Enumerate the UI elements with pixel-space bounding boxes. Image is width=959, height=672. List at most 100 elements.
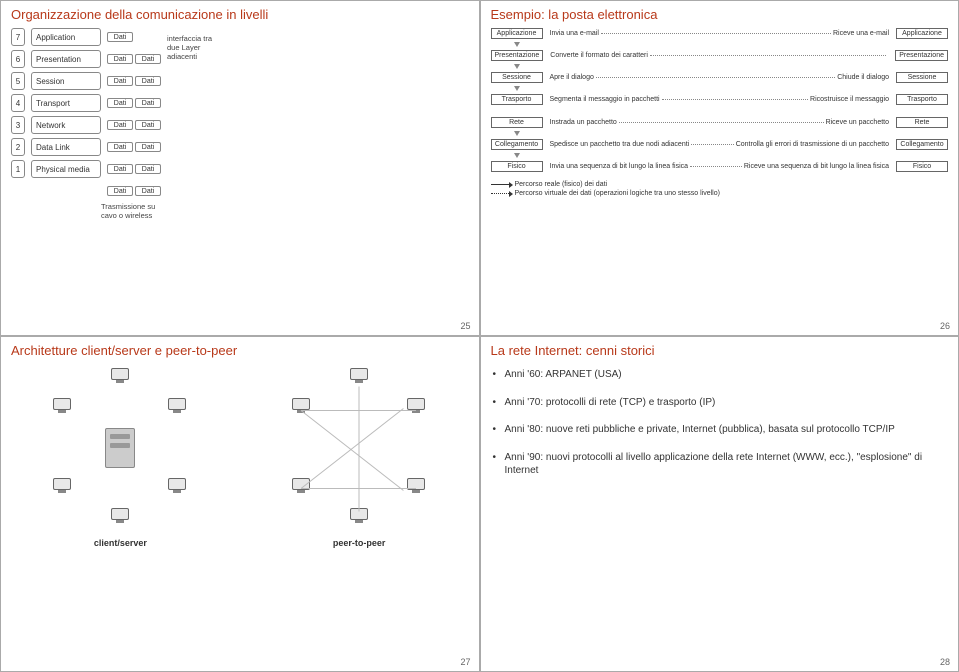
history-bullets: Anni '60: ARPANET (USA) Anni '70: protoc…: [491, 368, 949, 478]
action-right: Riceve una e-mail: [833, 30, 889, 37]
layer-presentation: Presentation: [31, 50, 101, 68]
note-line: interfaccia tra: [167, 34, 212, 43]
dati-box: Dati: [107, 98, 133, 108]
dati-box: Dati: [107, 76, 133, 86]
server-icon: [105, 428, 135, 468]
dati-box: Dati: [135, 186, 161, 196]
layer-box-right: Sessione: [896, 72, 948, 83]
action-right: Riceve un pacchetto: [826, 119, 889, 126]
post-row-datalink: Collegamento Spedisce un pacchetto tra d…: [491, 139, 949, 150]
slide-26: Esempio: la posta elettronica Applicazio…: [480, 0, 959, 336]
layer-num-1: 1: [11, 160, 25, 178]
dati-box: Dati: [135, 76, 161, 86]
action-right: Controlla gli errori di trasmissione di …: [736, 141, 889, 148]
transmission-note: Trasmissione su cavo o wireless: [101, 202, 469, 220]
dati-box: Dati: [135, 54, 161, 64]
action-left: Spedisce un pacchetto tra due nodi adiac…: [550, 141, 690, 148]
peer-to-peer-column: peer-to-peer: [289, 368, 429, 548]
layer-box-left: Trasporto: [491, 94, 543, 105]
architecture-diagram: client/server peer-to-peer: [11, 368, 469, 548]
osi-number-column: 7 6 5 4 3 2 1: [11, 28, 25, 200]
client-icon: [108, 508, 132, 526]
layer-box-right: Rete: [896, 117, 948, 128]
client-icon: [108, 368, 132, 386]
layer-physical: Physical media: [31, 160, 101, 178]
slide-25: Organizzazione della comunicazione in li…: [0, 0, 480, 336]
layer-box-right: Applicazione: [896, 28, 948, 39]
action-left: Apre il dialogo: [550, 74, 594, 81]
dati-box: Dati: [107, 164, 133, 174]
client-server-column: client/server: [50, 368, 190, 548]
slide-number: 26: [940, 321, 950, 331]
action-left: Converte il formato dei caratteri: [550, 52, 648, 59]
slide-number: 25: [460, 321, 470, 331]
dati-box: Dati: [135, 142, 161, 152]
note-line: adiacenti: [167, 52, 212, 61]
arch-label-cs: client/server: [94, 538, 147, 548]
layer-num-5: 5: [11, 72, 25, 90]
layer-box-left: Presentazione: [491, 50, 544, 61]
action-left: Segmenta il messaggio in pacchetti: [550, 96, 660, 103]
dati-box: Dati: [107, 54, 133, 64]
arrow-down-icon: [514, 153, 520, 158]
slide-title: La rete Internet: cenni storici: [491, 343, 949, 358]
layer-box-left: Applicazione: [491, 28, 543, 39]
layer-session: Session: [31, 72, 101, 90]
layer-box-right: Presentazione: [895, 50, 948, 61]
action-right: Riceve una sequenza di bit lungo la line…: [744, 163, 889, 170]
slide-title: Esempio: la posta elettronica: [491, 7, 949, 22]
legend: Percorso reale (fisico) dei dati Percors…: [491, 181, 949, 199]
client-icon: [404, 478, 428, 496]
post-row-session: Sessione Apre il dialogo Chiude il dialog…: [491, 72, 949, 83]
osi-diagram: 7 6 5 4 3 2 1 Application Presentation S…: [11, 28, 469, 200]
arch-label-p2p: peer-to-peer: [333, 538, 386, 548]
layer-box-left: Rete: [491, 117, 543, 128]
layer-box-right: Fisico: [896, 161, 948, 172]
layer-box-left: Sessione: [491, 72, 543, 83]
action-left: Instrada un pacchetto: [550, 119, 617, 126]
layer-network: Network: [31, 116, 101, 134]
action-left: Invia una sequenza di bit lungo la linea…: [550, 163, 689, 170]
layer-num-3: 3: [11, 116, 25, 134]
dati-box: Dati: [107, 186, 133, 196]
slide-28: La rete Internet: cenni storici Anni '60…: [480, 336, 959, 672]
note-line: cavo o wireless: [101, 211, 152, 220]
layer-box-right: Collegamento: [896, 139, 948, 150]
bullet-item: Anni '60: ARPANET (USA): [491, 368, 949, 382]
dati-box: Dati: [135, 120, 161, 130]
legend-real: Percorso reale (fisico) dei dati: [515, 181, 608, 188]
dati-box: Dati: [107, 120, 133, 130]
slide-title: Architetture client/server e peer-to-pee…: [11, 343, 469, 358]
layer-box-left: Fisico: [491, 161, 543, 172]
osi-layer-column: Application Presentation Session Transpo…: [31, 28, 101, 200]
layer-transport: Transport: [31, 94, 101, 112]
post-row-application: Applicazione Invia una e-mailRiceve una …: [491, 28, 949, 39]
layer-num-6: 6: [11, 50, 25, 68]
note-line: Trasmissione su: [101, 202, 155, 211]
legend-virtual: Percorso virtuale dei dati (operazioni l…: [515, 190, 720, 197]
slide-number: 28: [940, 657, 950, 667]
post-row-transport: Trasporto Segmenta il messaggio in pacch…: [491, 94, 949, 105]
osi-dati-column: Dati DatiDati DatiDati DatiDati DatiDati…: [107, 28, 161, 200]
client-icon: [50, 398, 74, 416]
layer-box-left: Collegamento: [491, 139, 543, 150]
dotted-arrow-icon: [491, 193, 511, 194]
solid-arrow-icon: [491, 184, 511, 185]
email-layers-diagram: Applicazione Invia una e-mailRiceve una …: [491, 28, 949, 199]
dati-box: Dati: [135, 98, 161, 108]
slide-number: 27: [460, 657, 470, 667]
client-icon: [165, 478, 189, 496]
post-row-presentation: Presentazione Converte il formato dei ca…: [491, 50, 949, 61]
client-icon: [50, 478, 74, 496]
post-row-physical: Fisico Invia una sequenza di bit lungo l…: [491, 161, 949, 172]
client-icon: [404, 398, 428, 416]
arrow-down-icon: [514, 131, 520, 136]
layer-application: Application: [31, 28, 101, 46]
slide-27: Architetture client/server e peer-to-pee…: [0, 336, 480, 672]
arrow-down-icon: [514, 86, 520, 91]
post-row-network: Rete Instrada un pacchetto Riceve un pacc…: [491, 117, 949, 128]
client-icon: [289, 398, 313, 416]
action-right: Chiude il dialogo: [837, 74, 889, 81]
dati-box: Dati: [107, 32, 133, 42]
layer-num-7: 7: [11, 28, 25, 46]
